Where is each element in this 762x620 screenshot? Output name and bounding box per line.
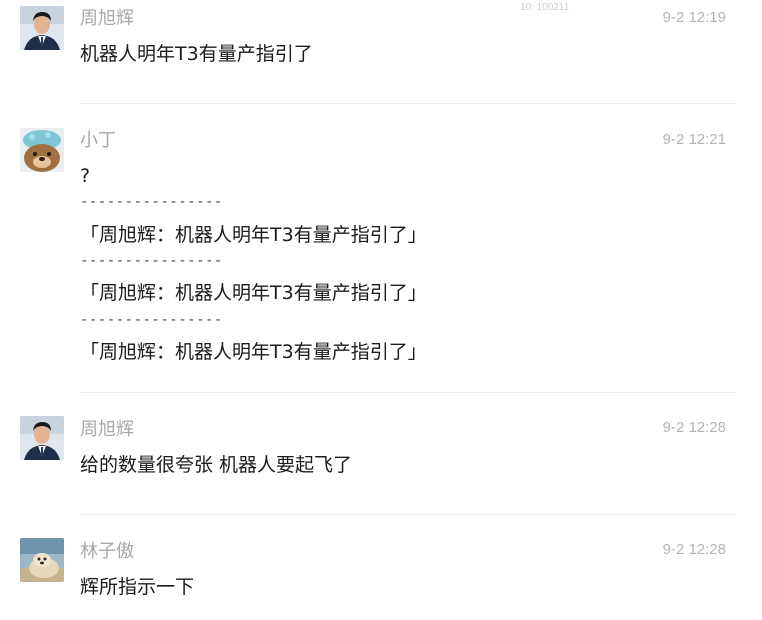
message-divider: [80, 392, 736, 393]
sender-name[interactable]: 林子傲: [80, 541, 134, 563]
message-text: ?: [80, 165, 91, 187]
message-time: 9-2 12:19: [662, 9, 726, 26]
sender-name[interactable]: 周旭辉: [80, 8, 134, 30]
message-divider: [80, 103, 736, 104]
quoted-message[interactable]: 「周旭辉：机器人明年T3有量产指引了」: [80, 339, 427, 365]
quote-separator: ----------------: [80, 253, 223, 269]
quote-separator: ----------------: [80, 312, 223, 328]
quote-separator: ----------------: [80, 194, 223, 210]
watermark-text: 10: 100211: [520, 2, 570, 13]
message-time: 9-2 12:21: [662, 131, 726, 148]
message-time: 9-2 12:28: [662, 541, 726, 558]
cartoon-bear-avatar[interactable]: [20, 128, 64, 172]
quoted-message[interactable]: 「周旭辉：机器人明年T3有量产指引了」: [80, 280, 427, 306]
dog-photo-avatar[interactable]: [20, 538, 64, 582]
message-divider: [80, 514, 736, 515]
man-in-suit-avatar[interactable]: [20, 416, 64, 460]
message-time: 9-2 12:28: [662, 419, 726, 436]
sender-name[interactable]: 周旭辉: [80, 419, 134, 441]
message-text: 辉所指示一下: [80, 576, 195, 598]
man-in-suit-avatar[interactable]: [20, 6, 64, 50]
message-text: 机器人明年T3有量产指引了: [80, 43, 313, 65]
quoted-message[interactable]: 「周旭辉：机器人明年T3有量产指引了」: [80, 222, 427, 248]
message-text: 给的数量很夸张 机器人要起飞了: [80, 454, 353, 476]
sender-name[interactable]: 小丁: [80, 130, 116, 152]
